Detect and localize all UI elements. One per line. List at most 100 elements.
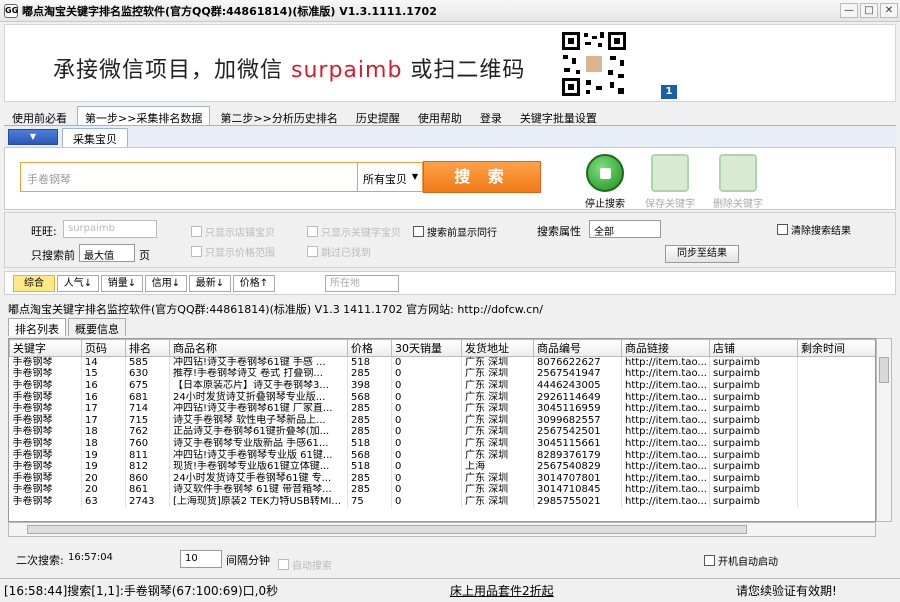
status-ad-link[interactable]: 床上用品套件2折起 xyxy=(450,582,554,599)
table-row[interactable]: 手卷钢琴 16 675 【日本原装芯片】诗艾手卷钢琴3... 398 0 广东 深圳 4446… xyxy=(9,379,875,392)
only-shop-checkbox[interactable]: 只显示店铺宝贝 xyxy=(191,224,275,239)
sort-popularity-button[interactable]: 人气↓ xyxy=(57,275,99,292)
horizontal-scrollbar[interactable] xyxy=(8,522,876,537)
column-header[interactable]: 店铺 xyxy=(709,339,798,357)
banner-text: 承接微信项目，加微信 surpaimb 或扫二维码 xyxy=(53,52,525,84)
only-shop-label: 只显示店铺宝贝 xyxy=(205,228,275,239)
table-cell: 手卷钢琴 xyxy=(9,426,82,438)
table-cell xyxy=(797,414,875,427)
skip-found-label: 跳过已找到 xyxy=(321,248,371,259)
maximize-button[interactable]: □ xyxy=(860,3,878,18)
sort-price-button[interactable]: 价格↑ xyxy=(233,275,275,292)
column-header[interactable]: 排名 xyxy=(125,339,170,357)
table-cell: http://item.tao... xyxy=(621,368,710,380)
search-panel: 手卷钢琴 所有宝贝 ▼ 搜 索 停止搜索 保存关键字 删除关键字 xyxy=(4,147,896,210)
save-keyword-button[interactable]: 保存关键字 xyxy=(645,154,695,210)
column-header[interactable]: 商品名称 xyxy=(169,339,348,357)
table-row[interactable]: 手卷钢琴 14 585 冲四钻!诗艾手卷钢琴61键 手感 ... 518 0 广东 深圳 80… xyxy=(9,356,875,369)
table-cell xyxy=(797,402,875,415)
show-peers-label: 搜索前显示同行 xyxy=(427,228,497,239)
column-header[interactable]: 30天销量 xyxy=(391,339,462,357)
menu-item-guide[interactable]: 使用前必看 xyxy=(4,106,75,125)
table-row[interactable]: 手卷钢琴 18 760 诗艾手卷钢琴专业版新品 手感61... 518 0 广东 深圳 304… xyxy=(9,437,875,450)
close-button[interactable]: ✕ xyxy=(880,3,898,18)
table-cell: 0 xyxy=(391,472,462,485)
sort-sales-button[interactable]: 销量↓ xyxy=(101,275,143,292)
autostart-checkbox[interactable]: 开机自动启动 xyxy=(704,553,778,568)
table-cell: 2567541947 xyxy=(533,368,622,380)
delete-keyword-label: 删除关键字 xyxy=(713,199,763,210)
max-pages-select[interactable]: 最大值 xyxy=(79,244,135,262)
table-cell: 现货!手卷钢琴专业版61键立体键... xyxy=(169,460,348,473)
table-row[interactable]: 手卷钢琴 20 860 24小时发货诗艾手卷钢琴61键 专... 285 0 广东 深圳 30… xyxy=(9,472,875,485)
show-peers-checkbox[interactable]: 搜索前显示同行 xyxy=(413,224,497,239)
sort-default-button[interactable]: 综合 xyxy=(13,275,55,292)
table-row[interactable]: 手卷钢琴 20 861 诗艾软件手卷钢琴 61键 带音箱琴... 285 0 广东 深圳 30… xyxy=(9,484,875,496)
table-row[interactable]: 手卷钢琴 17 715 诗艾手卷钢琴 软性电子琴新品上... 285 0 广东 深圳 3099… xyxy=(9,414,875,427)
sort-bar: 综合 人气↓ 销量↓ 信用↓ 最新↓ 价格↑ 所在地 xyxy=(4,271,896,295)
table-row[interactable]: 手卷钢琴 18 762 正品诗艾手卷钢琴61键折叠琴(加... 285 0 广东 深圳 256… xyxy=(9,426,875,438)
table-row[interactable]: 手卷钢琴 63 2743 [上海现货]原装2 TEK力特USB转MI... 75 0 广东 … xyxy=(9,495,875,508)
interval-input[interactable]: 10 xyxy=(180,550,222,568)
menu-item-login[interactable]: 登录 xyxy=(472,106,510,125)
table-cell: 0 xyxy=(391,437,462,450)
keyword-input[interactable]: 手卷钢琴 xyxy=(20,162,358,192)
table-cell xyxy=(797,379,875,392)
column-header[interactable]: 商品编号 xyxy=(533,339,622,357)
stop-search-button[interactable]: 停止搜索 xyxy=(580,154,630,210)
minimize-button[interactable]: — xyxy=(840,3,858,18)
table-row[interactable]: 手卷钢琴 19 812 现货!手卷钢琴专业版61键立体键... 518 0 上海 256754… xyxy=(9,460,875,473)
table-cell: 诗艾手卷钢琴 软性电子琴新品上... xyxy=(169,414,348,427)
skip-found-checkbox[interactable]: 跳过已找到 xyxy=(307,244,371,259)
column-header[interactable]: 关键字 xyxy=(9,339,82,357)
tab-summary[interactable]: 概要信息 xyxy=(68,318,126,336)
table-cell: 2567542501 xyxy=(533,426,622,438)
table-row[interactable]: 手卷钢琴 17 714 冲四钻!诗艾手卷钢琴61键 厂家直... 285 0 广东 深圳 30… xyxy=(9,402,875,415)
table-cell: http://item.tao... xyxy=(621,426,710,438)
chevron-down-icon: ▼ xyxy=(411,172,418,181)
column-header[interactable]: 页码 xyxy=(81,339,126,357)
table-cell xyxy=(797,495,875,508)
tab-collect-items[interactable]: 采集宝贝 xyxy=(62,128,128,149)
list-tabs: 排名列表 概要信息 xyxy=(8,318,128,336)
ad-banner[interactable]: 承接微信项目，加微信 surpaimb 或扫二维码 1 xyxy=(4,24,896,102)
table-row[interactable]: 手卷钢琴 15 630 推荐!手卷钢琴诗艾 卷式 打叠钢... 285 0 广东 深圳 256… xyxy=(9,368,875,380)
sync-results-button[interactable]: 同步至结果 xyxy=(665,245,739,263)
table-cell: 2926114649 xyxy=(533,391,622,403)
table-cell: 18 xyxy=(81,426,126,438)
table-cell: 冲四钻!诗艾手卷钢琴61键 厂家直... xyxy=(169,402,348,415)
column-header[interactable]: 商品链接 xyxy=(621,339,710,357)
table-row[interactable]: 手卷钢琴 19 811 冲四钻!诗艾手卷钢琴专业版 61键... 568 0 广东 深圳 82… xyxy=(9,449,875,461)
menu-item-step1[interactable]: 第一步>>采集排名数据 xyxy=(77,106,211,125)
auto-search-checkbox[interactable]: 自动搜索 xyxy=(278,557,332,572)
keyword-items-checkbox[interactable]: 只显示关键字宝贝 xyxy=(307,224,401,239)
menu-item-history[interactable]: 历史提醒 xyxy=(348,106,408,125)
sort-newest-button[interactable]: 最新↓ xyxy=(189,275,231,292)
menu-item-help[interactable]: 使用帮助 xyxy=(410,106,470,125)
location-select[interactable]: 所在地 xyxy=(325,275,399,292)
menu-item-batch[interactable]: 关键字批量设置 xyxy=(512,106,605,125)
column-header[interactable]: 发货地址 xyxy=(461,339,534,357)
tab-rank-list[interactable]: 排名列表 xyxy=(8,318,66,336)
column-header[interactable]: 价格 xyxy=(347,339,392,357)
menu-item-step2[interactable]: 第二步>>分析历史排名 xyxy=(212,106,345,125)
scope-select[interactable]: 所有宝贝 ▼ xyxy=(357,162,423,192)
table-cell: surpaimb xyxy=(709,379,798,392)
table-cell xyxy=(797,449,875,461)
column-header[interactable]: 剩余时间 xyxy=(797,339,875,357)
price-range-checkbox[interactable]: 只显示价格范围 xyxy=(191,244,275,259)
search-attr-select[interactable]: 全部 xyxy=(589,220,661,238)
shop-input[interactable]: surpaimb xyxy=(63,220,157,238)
banner-page-badge[interactable]: 1 xyxy=(661,85,677,99)
search-button[interactable]: 搜 索 xyxy=(423,161,541,193)
table-row[interactable]: 手卷钢琴 16 681 24小时发货诗艾折叠钢琴专业版... 568 0 广东 深圳 2926… xyxy=(9,391,875,403)
results-table[interactable]: 关键字 页码 排名 商品名称 价格 30天销量 发货地址 商品编号 商品链接 店铺 剩余时间 手卷钢… xyxy=(8,338,876,522)
table-cell: 0 xyxy=(391,495,462,508)
table-cell: 63 xyxy=(81,495,126,508)
account-dropdown[interactable]: ▼ xyxy=(8,129,58,145)
vertical-scrollbar[interactable] xyxy=(876,338,892,522)
delete-keyword-button[interactable]: 删除关键字 xyxy=(713,154,763,210)
clear-results-checkbox[interactable]: 清除搜索结果 xyxy=(777,222,851,237)
table-cell xyxy=(797,391,875,403)
sort-credit-button[interactable]: 信用↓ xyxy=(145,275,187,292)
